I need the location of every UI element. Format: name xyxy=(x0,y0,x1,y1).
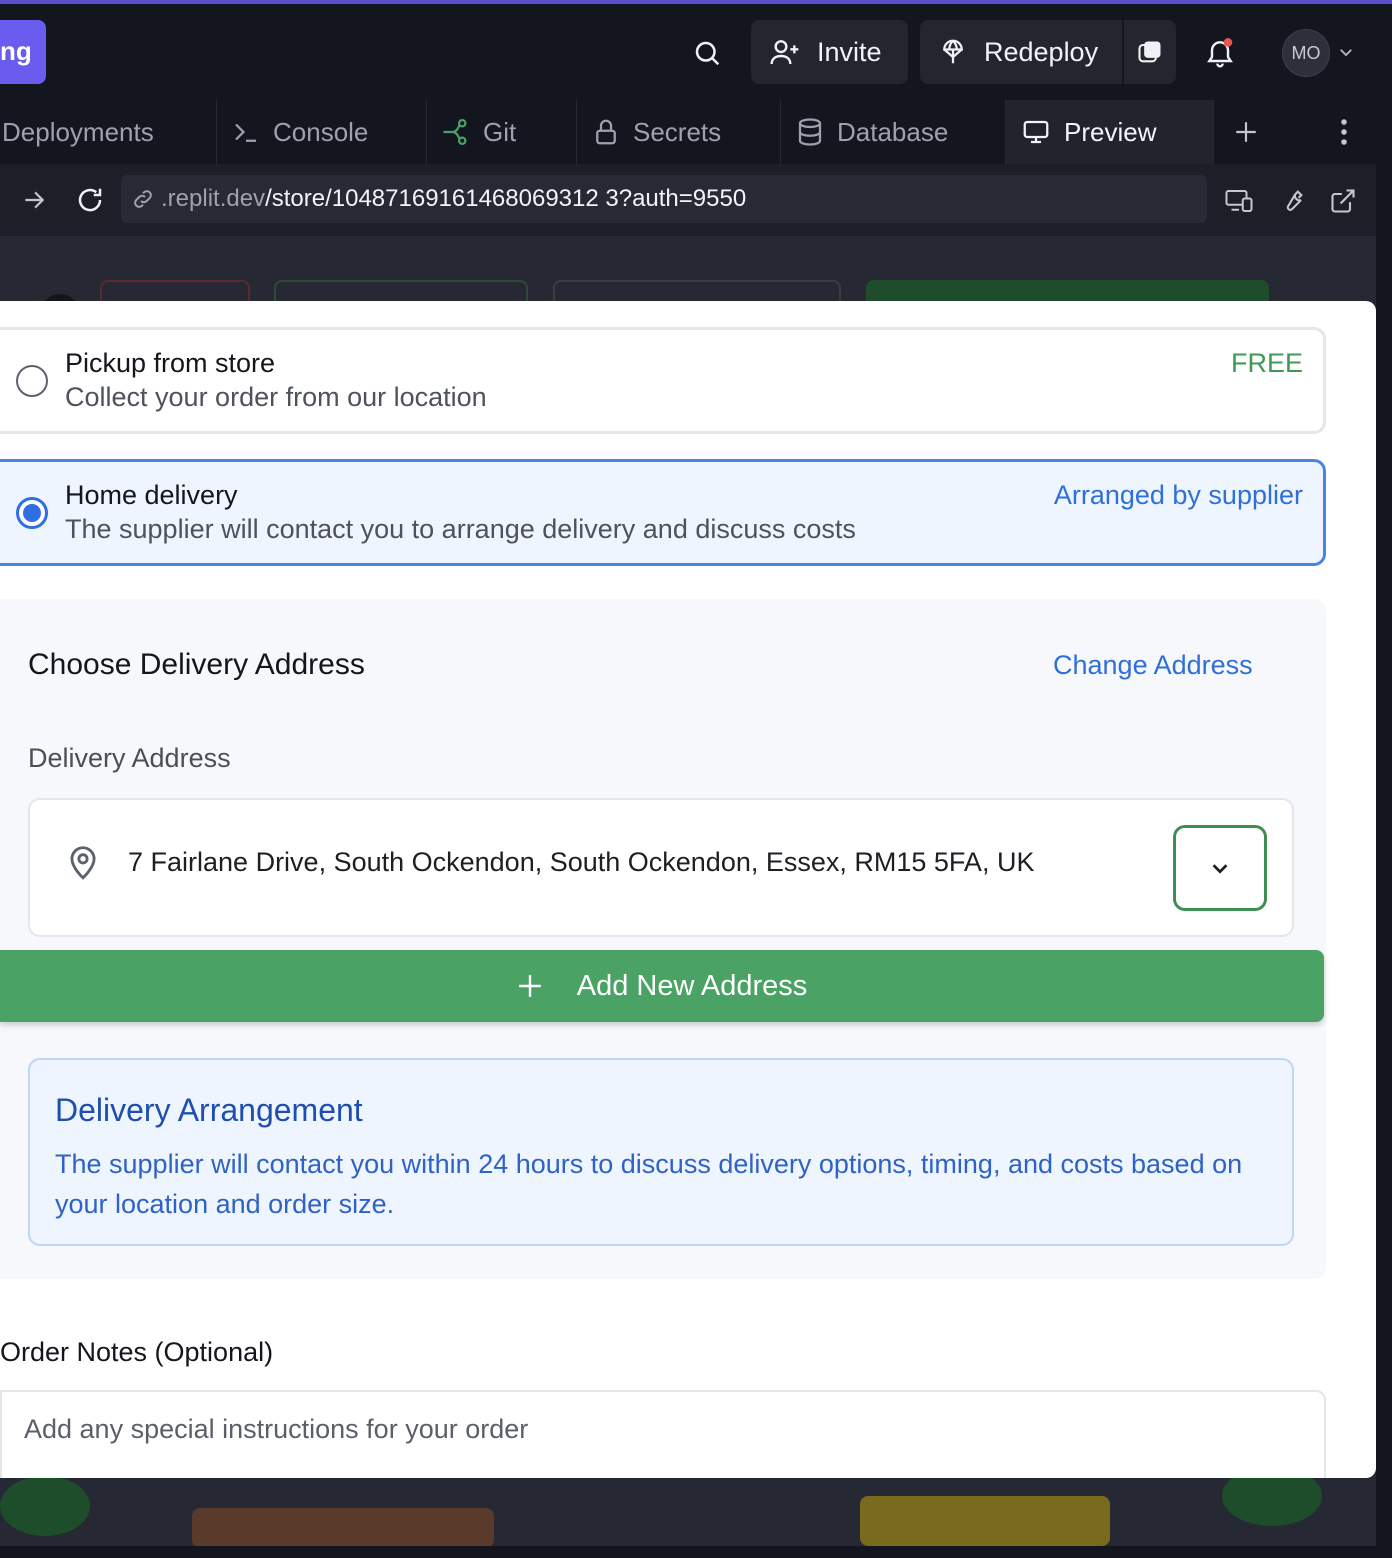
address-dropdown-toggle[interactable] xyxy=(1173,825,1267,911)
pickup-description: Collect your order from our location xyxy=(65,382,487,412)
workspace-badge-label: ng xyxy=(0,36,32,66)
invite-button[interactable]: Invite xyxy=(751,20,908,84)
delivery-arrangement-notice: Delivery Arrangement The supplier will c… xyxy=(28,1058,1294,1246)
order-notes-label: Order Notes (Optional) xyxy=(0,1337,274,1367)
top-bar: ng Invite Redeploy MO xyxy=(0,4,1376,100)
forward-button[interactable] xyxy=(18,184,50,216)
home-delivery-title: Home delivery xyxy=(65,480,238,510)
bell-icon xyxy=(1207,38,1233,68)
url-path: /store/10487169161468069312 3?auth=9550 xyxy=(265,185,747,212)
home-delivery-description: The supplier will contact you to arrange… xyxy=(65,514,856,544)
add-new-address-label: Add New Address xyxy=(576,969,808,1002)
device-preview-button[interactable] xyxy=(1222,184,1256,218)
search-button[interactable] xyxy=(686,32,728,74)
more-vertical-icon xyxy=(1341,119,1347,145)
checkout-modal: Pickup from store Collect your order fro… xyxy=(0,301,1376,1478)
background-element xyxy=(0,1476,90,1536)
url-row: .replit.dev/store/10487169161468069312 3… xyxy=(0,164,1376,236)
invite-label: Invite xyxy=(817,36,882,67)
new-tab-button[interactable] xyxy=(1226,112,1266,152)
tab-label: Deployments xyxy=(2,116,154,147)
external-link-icon xyxy=(1331,189,1355,213)
copy-window-icon xyxy=(1138,41,1161,63)
avatar[interactable]: MO xyxy=(1282,29,1330,77)
tab-more-button[interactable] xyxy=(1326,112,1362,152)
tab-bar: Deployments Console Git Secrets Database… xyxy=(0,100,1376,164)
avatar-initials: MO xyxy=(1291,42,1321,63)
pickup-price-tag: FREE xyxy=(1230,348,1303,378)
tab-git[interactable]: Git xyxy=(427,100,577,164)
plus-icon xyxy=(1236,122,1256,142)
redeploy-label: Redeploy xyxy=(984,36,1099,67)
url-domain: .replit.dev xyxy=(161,185,266,212)
address-panel-title: Choose Delivery Address xyxy=(28,648,365,681)
window-right-edge xyxy=(1376,100,1392,1546)
radio-selected-dot xyxy=(23,504,41,522)
order-notes-input[interactable] xyxy=(0,1390,1326,1478)
chevron-down-icon xyxy=(1212,864,1228,874)
pickup-radio[interactable] xyxy=(16,365,48,397)
delivery-address-label: Delivery Address xyxy=(28,743,231,773)
database-icon xyxy=(798,118,822,146)
delivery-option-home[interactable]: Home delivery The supplier will contact … xyxy=(0,459,1326,566)
plus-icon xyxy=(518,975,541,997)
home-delivery-radio[interactable] xyxy=(16,497,48,529)
lock-icon xyxy=(596,119,616,145)
delivery-arrangement-title: Delivery Arrangement xyxy=(55,1092,363,1128)
arrow-right-icon xyxy=(25,191,45,209)
tab-console[interactable]: Console xyxy=(217,100,427,164)
search-icon xyxy=(695,41,720,66)
tab-preview[interactable]: Preview xyxy=(1006,100,1214,164)
url-field[interactable]: .replit.dev/store/10487169161468069312 3… xyxy=(121,175,1207,223)
pickup-title: Pickup from store xyxy=(65,348,276,378)
tab-label: Secrets xyxy=(633,116,722,147)
refresh-icon xyxy=(78,188,102,212)
redeploy-button[interactable]: Redeploy xyxy=(920,20,1122,84)
change-address-link[interactable]: Change Address xyxy=(1053,650,1253,681)
deploy-status-button[interactable] xyxy=(1124,20,1176,84)
tab-label: Console xyxy=(273,116,369,147)
deploy-balloon-icon xyxy=(943,39,963,64)
tab-secrets[interactable]: Secrets xyxy=(577,100,781,164)
git-branch-icon xyxy=(443,119,467,145)
notifications-button[interactable] xyxy=(1200,32,1240,74)
background-element xyxy=(860,1496,1110,1546)
devices-icon xyxy=(1225,190,1253,212)
tab-deployments[interactable]: Deployments xyxy=(0,100,217,164)
reload-button[interactable] xyxy=(72,182,108,218)
tab-label: Preview xyxy=(1064,116,1157,147)
home-delivery-tag: Arranged by supplier xyxy=(1053,480,1303,510)
wrench-icon xyxy=(1286,190,1303,211)
workspace-badge[interactable]: ng xyxy=(0,20,46,84)
tab-database[interactable]: Database xyxy=(781,100,1006,164)
map-pin-icon xyxy=(70,846,96,880)
monitor-icon xyxy=(1023,120,1049,144)
delivery-option-pickup[interactable]: Pickup from store Collect your order fro… xyxy=(0,327,1326,434)
open-new-tab-button[interactable] xyxy=(1326,184,1360,218)
window-bottom-edge xyxy=(0,1546,1392,1558)
delivery-arrangement-body: The supplier will contact you within 24 … xyxy=(55,1149,1243,1219)
tab-label: Database xyxy=(837,116,949,147)
add-new-address-button[interactable]: Add New Address xyxy=(0,950,1324,1022)
tab-label: Git xyxy=(483,116,517,147)
account-menu-toggle[interactable] xyxy=(1336,42,1356,62)
background-element xyxy=(192,1508,494,1546)
chevron-down-icon xyxy=(1340,49,1352,57)
add-user-icon xyxy=(770,40,799,65)
selected-address-text: 7 Fairlane Drive, South Ockendon, South … xyxy=(128,847,1035,877)
devtools-button[interactable] xyxy=(1275,184,1309,218)
delivery-address-select[interactable]: 7 Fairlane Drive, South Ockendon, South … xyxy=(28,798,1294,937)
link-icon xyxy=(134,190,152,208)
terminal-icon xyxy=(235,123,256,142)
